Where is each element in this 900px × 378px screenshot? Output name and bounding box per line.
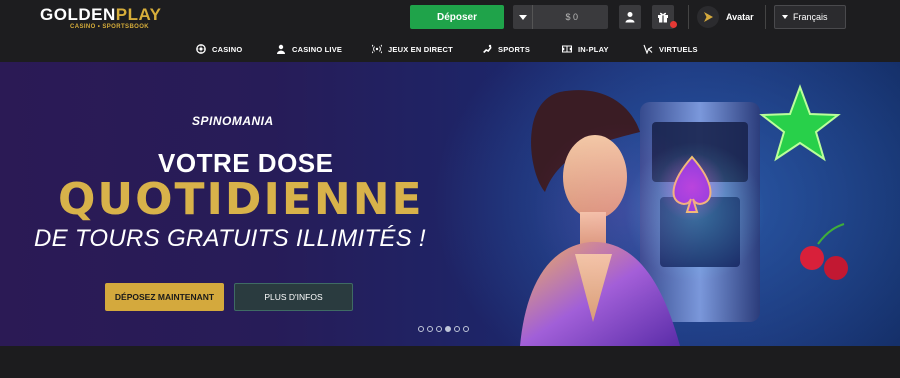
main-nav: CASINO CASINO LIVE JEUX EN DIRECT SPORTS… [0, 36, 900, 62]
broadcast-icon [372, 44, 382, 54]
nav-label: IN-PLAY [578, 44, 609, 54]
star-icon [759, 84, 841, 162]
logo-tagline: CASINO • SPORTSBOOK [70, 24, 150, 30]
nav-label: CASINO LIVE [292, 44, 343, 54]
carousel-dot-5[interactable] [454, 326, 460, 332]
casino-chip-icon [196, 44, 206, 54]
language-select[interactable]: Français [774, 5, 846, 29]
figure-glow [530, 122, 710, 302]
nav-label: SPORTS [498, 44, 531, 54]
cherry-stem [817, 223, 845, 245]
avatar-label[interactable]: Avatar [726, 5, 754, 29]
user-icon [625, 12, 635, 23]
carousel-dot-6[interactable] [463, 326, 469, 332]
carousel-dots [418, 326, 469, 332]
deposit-button[interactable]: Déposer [410, 5, 504, 29]
balance-value: $ 0 [565, 12, 578, 22]
deposit-now-button[interactable]: DÉPOSEZ MAINTENANT [105, 283, 224, 311]
language-value: Français [793, 12, 828, 22]
balance-widget[interactable]: $ 0 [513, 5, 608, 29]
nav-label: CASINO [212, 44, 243, 54]
nav-label: VIRTUELS [659, 44, 698, 54]
nav-item-virtuels[interactable]: VIRTUELS [643, 36, 698, 62]
nav-item-sports[interactable]: SPORTS [482, 36, 530, 62]
nav-item-casino[interactable]: CASINO [196, 36, 242, 62]
nav-item-jeux-en-direct[interactable]: JEUX EN DIRECT [372, 36, 453, 62]
header-divider [688, 5, 689, 29]
page-footer-strip [0, 346, 900, 378]
logo-word-golden: GOLDEN [40, 5, 116, 24]
notification-dot [670, 21, 677, 28]
logo-wordmark: GOLDENPLAY [40, 5, 162, 25]
nav-label: JEUX EN DIRECT [388, 44, 453, 54]
cherry-icon [800, 246, 824, 270]
hero-tagline: SPINOMANIA [192, 114, 274, 128]
more-info-button[interactable]: PLUS D'INFOS [234, 283, 353, 311]
carousel-dot-1[interactable] [418, 326, 424, 332]
carousel-dot-2[interactable] [427, 326, 433, 332]
hero-headline-3: DE TOURS GRATUITS ILLIMITÉS ! [34, 225, 426, 252]
carousel-dot-3[interactable] [436, 326, 442, 332]
top-bar: GOLDENPLAY CASINO • SPORTSBOOK Déposer $… [0, 0, 900, 36]
balance-dropdown-toggle[interactable] [513, 5, 533, 29]
gift-icon [658, 12, 668, 23]
header-divider [765, 5, 766, 29]
caret-down-icon [782, 15, 788, 19]
hero-headline-2: QUOTIDIENNE [58, 174, 424, 225]
caret-down-icon [518, 14, 527, 20]
hero-banner[interactable]: SPINOMANIA VOTRE DOSE QUOTIDIENNE DE TOU… [0, 62, 900, 346]
live-dealer-icon [277, 44, 285, 54]
virtual-icon [643, 44, 653, 54]
cherry-icon [824, 256, 848, 280]
gift-button[interactable] [652, 5, 677, 29]
carousel-dot-4[interactable] [445, 326, 451, 332]
nav-item-in-play[interactable]: IN-PLAY [562, 36, 609, 62]
in-play-icon [562, 45, 572, 53]
play-arrow-icon [704, 12, 713, 22]
logo-word-play: PLAY [115, 5, 162, 24]
profile-button[interactable] [619, 5, 641, 29]
sports-icon [483, 44, 492, 53]
avatar-button[interactable] [697, 6, 719, 28]
nav-item-casino-live[interactable]: CASINO LIVE [276, 36, 342, 62]
goldenplay-logo[interactable]: GOLDENPLAY CASINO • SPORTSBOOK [40, 5, 170, 33]
